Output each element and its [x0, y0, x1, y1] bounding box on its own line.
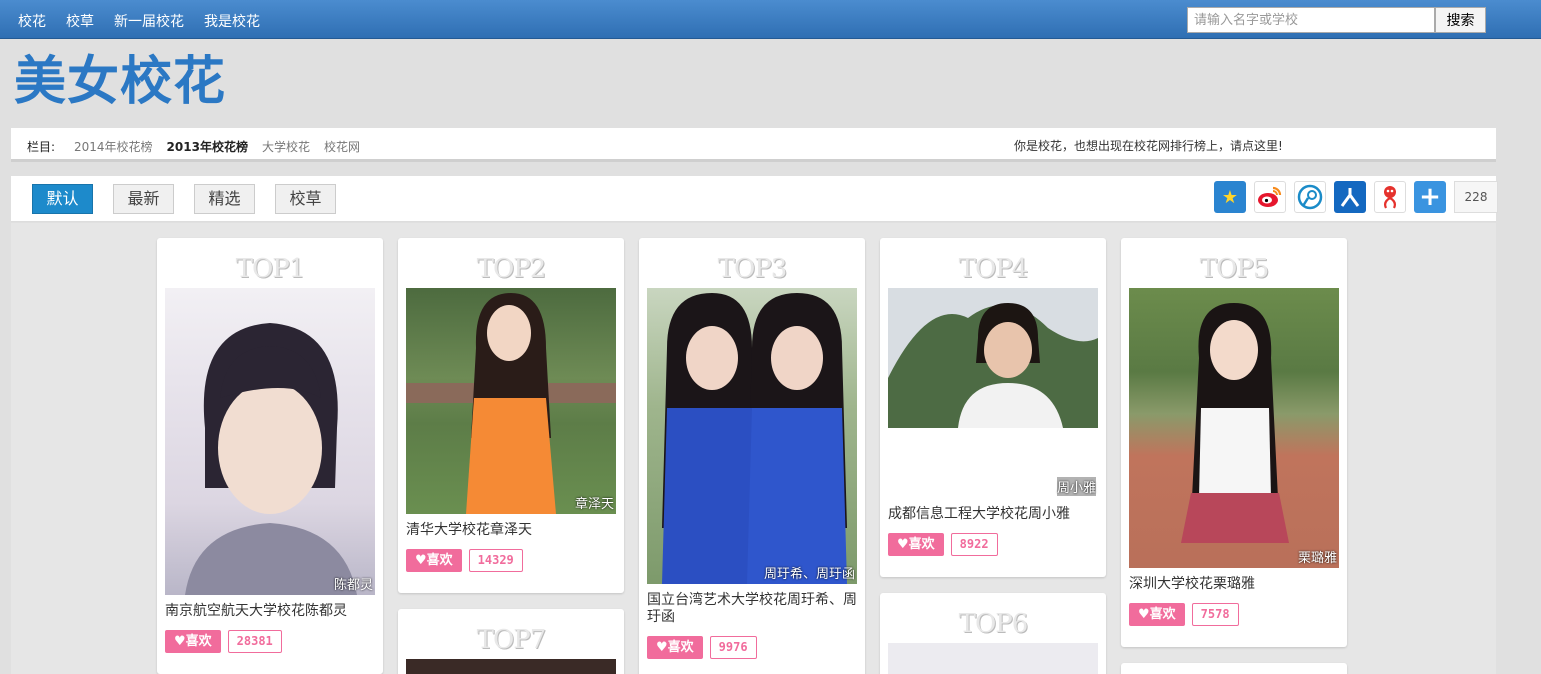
card-actions: ♥喜欢 9976 — [647, 636, 857, 659]
card-title[interactable]: 深圳大学校花栗璐雅 — [1129, 576, 1339, 593]
card-top5: TOP5 栗璐雅 深圳大学校花栗璐雅 ♥喜欢 7578 — [1121, 238, 1347, 647]
share-count[interactable]: 228 — [1454, 181, 1498, 213]
photo-caption: 周小雅 — [1056, 477, 1096, 496]
portrait-illustration — [888, 288, 1098, 428]
share-buttons: ★ + 228 — [1214, 181, 1498, 213]
qzone-star-icon[interactable]: ★ — [1214, 181, 1246, 213]
tab-xiaocao[interactable]: 校草 — [275, 184, 336, 214]
card-actions: ♥喜欢 8922 — [888, 533, 1098, 556]
photo-caption: 周玗希、周玗函 — [763, 567, 855, 582]
portrait-illustration — [1181, 303, 1289, 543]
top-nav-links: 校花 校草 新一届校花 我是校花 — [18, 11, 260, 31]
tab-default[interactable]: 默认 — [32, 184, 93, 214]
rank-label: TOP1 — [235, 254, 306, 284]
photo-grid: TOP1 陈都灵 南京航空航天大学校花陈都灵 ♥喜欢 28381 TOP2 章泽… — [11, 223, 1496, 674]
search-input[interactable] — [1187, 7, 1435, 33]
photo-top7[interactable] — [406, 659, 616, 674]
nav-new-xiaohua[interactable]: 新一届校花 — [114, 11, 184, 31]
rank-label: TOP6 — [958, 609, 1029, 639]
tab-newest[interactable]: 最新 — [113, 184, 174, 214]
card-top3: TOP3 周玗希、周玗函 国立台湾艺术大学校花周玗希、周玗函 ♥喜欢 9976 — [639, 238, 865, 674]
portrait-illustration — [662, 293, 847, 584]
filter-bar: 默认 最新 精选 校草 ★ + 228 — [11, 176, 1498, 222]
card-actions: ♥喜欢 14329 — [406, 549, 616, 572]
nav-i-am-xiaohua[interactable]: 我是校花 — [204, 11, 260, 31]
like-count: 8922 — [950, 533, 998, 556]
like-count: 9976 — [709, 636, 757, 659]
like-count: 28381 — [227, 630, 282, 653]
like-button[interactable]: ♥喜欢 — [647, 636, 703, 659]
photo-zhang-zetian[interactable]: 章泽天 — [406, 288, 616, 514]
photo-li-luya[interactable]: 栗璐雅 — [1129, 288, 1339, 568]
top-navigation-bar: 校花 校草 新一届校花 我是校花 搜索 — [0, 0, 1541, 39]
card-top6: TOP6 — [880, 593, 1106, 674]
rank-label: TOP4 — [958, 254, 1029, 284]
card-top4: TOP4 周小雅 成都信息工程大学校花周小雅 ♥喜欢 8922 — [880, 238, 1106, 577]
card-actions: ♥喜欢 7578 — [1129, 603, 1339, 626]
rank-label: TOP3 — [717, 254, 788, 284]
card-top1: TOP1 陈都灵 南京航空航天大学校花陈都灵 ♥喜欢 28381 — [157, 238, 383, 674]
card-next — [1121, 663, 1347, 674]
photo-chen-duling[interactable]: 陈都灵 — [165, 288, 375, 595]
category-prefix: 栏目: — [27, 140, 56, 154]
site-logo[interactable]: 美女校花 — [14, 52, 226, 112]
like-count: 14329 — [468, 549, 523, 572]
renren-icon[interactable] — [1334, 181, 1366, 213]
card-title[interactable]: 国立台湾艺术大学校花周玗希、周玗函 — [647, 592, 857, 626]
like-button[interactable]: ♥喜欢 — [1129, 603, 1185, 626]
card-title[interactable]: 南京航空航天大学校花陈都灵 — [165, 603, 375, 620]
category-links: 2014年校花榜 2013年校花榜 大学校花 校花网 — [74, 138, 360, 155]
category-link-site[interactable]: 校花网 — [324, 138, 360, 155]
portrait-illustration — [185, 323, 357, 595]
submit-notice-link[interactable]: 你是校花，也想出现在校花网排行榜上，请点这里! — [1014, 137, 1283, 154]
photo-caption: 陈都灵 — [333, 578, 373, 593]
card-top7: TOP7 — [398, 609, 624, 674]
kaixin-icon[interactable] — [1374, 181, 1406, 213]
portrait-illustration — [406, 293, 616, 514]
card-title[interactable]: 清华大学校花章泽天 — [406, 522, 616, 539]
card-actions: ♥喜欢 28381 — [165, 630, 375, 653]
like-button[interactable]: ♥喜欢 — [888, 533, 944, 556]
rank-label: TOP2 — [476, 254, 547, 284]
photo-zhou-twins[interactable]: 周玗希、周玗函 — [647, 288, 857, 584]
nav-xiaocao[interactable]: 校草 — [66, 11, 94, 31]
like-button[interactable]: ♥喜欢 — [406, 549, 462, 572]
photo-caption: 栗璐雅 — [1297, 551, 1337, 566]
rank-label: TOP7 — [476, 625, 547, 655]
search-button[interactable]: 搜索 — [1435, 7, 1486, 33]
nav-xiaohua[interactable]: 校花 — [18, 11, 46, 31]
filter-tabs: 默认 最新 精选 校草 — [32, 184, 336, 214]
tab-selected[interactable]: 精选 — [194, 184, 255, 214]
card-title[interactable]: 成都信息工程大学校花周小雅 — [888, 506, 1098, 523]
category-link-university[interactable]: 大学校花 — [262, 138, 310, 155]
like-count: 7578 — [1191, 603, 1239, 626]
like-button[interactable]: ♥喜欢 — [165, 630, 221, 653]
card-top2: TOP2 章泽天 清华大学校花章泽天 ♥喜欢 14329 — [398, 238, 624, 593]
category-bar: 栏目: 2014年校花榜 2013年校花榜 大学校花 校花网 你是校花，也想出现… — [11, 128, 1496, 162]
photo-zhou-xiaoya[interactable]: 周小雅 — [888, 288, 1098, 498]
tencent-weibo-icon[interactable] — [1294, 181, 1326, 213]
category-link-2013[interactable]: 2013年校花榜 — [167, 138, 248, 155]
more-plus-icon[interactable]: + — [1414, 181, 1446, 213]
photo-caption: 章泽天 — [574, 497, 614, 512]
rank-label: TOP5 — [1199, 254, 1270, 284]
photo-top6[interactable] — [888, 643, 1098, 674]
weibo-icon[interactable] — [1254, 181, 1286, 213]
category-link-2014[interactable]: 2014年校花榜 — [74, 138, 153, 155]
